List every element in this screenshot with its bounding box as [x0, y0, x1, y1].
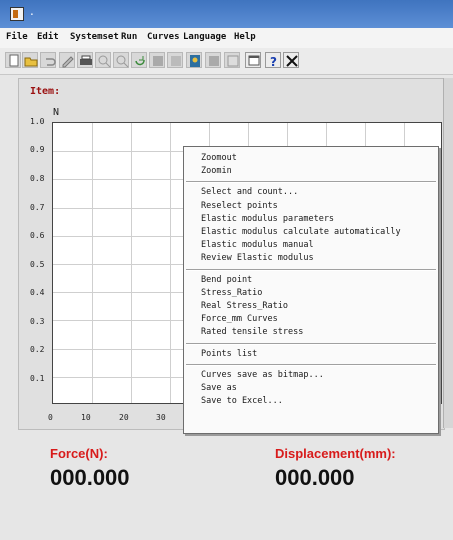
- force-label: Force(N):: [50, 446, 108, 461]
- context-menu-item-zoomin[interactable]: Zoomin: [201, 166, 232, 176]
- zoom-in-icon[interactable]: [95, 52, 111, 68]
- zoom-out-icon[interactable]: [113, 52, 129, 68]
- grid-line-vertical: [92, 123, 93, 403]
- context-menu-item-force-mm-curves[interactable]: Force_mm Curves: [201, 314, 278, 324]
- undo-icon[interactable]: [40, 52, 56, 68]
- context-menu-item-elastic-modulus-manual[interactable]: Elastic modulus manual: [201, 240, 314, 250]
- menu-bar: File Edit Systemset Run Curves Language Help: [0, 28, 453, 48]
- chart-icon[interactable]: [205, 52, 221, 68]
- edit-icon[interactable]: [59, 52, 75, 68]
- menu-separator: [186, 181, 436, 184]
- y-unit-label: N: [53, 107, 60, 118]
- menu-separator: [186, 268, 436, 271]
- x-tick-label: 20: [119, 413, 129, 422]
- force-value: 000.000: [50, 465, 130, 490]
- menu-separator: [186, 342, 436, 345]
- stop-icon[interactable]: [149, 52, 165, 68]
- y-tick-label: 0.9: [30, 145, 45, 154]
- displacement-value: 000.000: [275, 465, 355, 490]
- context-menu-item-select-and-count[interactable]: Select and count...: [201, 187, 298, 197]
- menu-file[interactable]: File: [6, 32, 28, 42]
- item-label: Item:: [30, 86, 61, 97]
- y-tick-label: 0.6: [30, 231, 45, 240]
- context-menu: Zoomout Zoomin Select and count... Reselect…: [183, 146, 439, 434]
- displacement-label: Displacement(mm):: [275, 446, 396, 461]
- menu-edit[interactable]: Edit: [37, 32, 59, 42]
- context-menu-item-save-to-excel[interactable]: Save to Excel...: [201, 396, 283, 406]
- y-tick-label: 0.7: [30, 203, 45, 212]
- menu-systemset[interactable]: Systemset: [70, 32, 119, 42]
- grid-line-vertical: [170, 123, 171, 403]
- window-icon[interactable]: [245, 52, 261, 68]
- y-tick-label: 0.8: [30, 174, 45, 183]
- app-icon[interactable]: [10, 7, 24, 21]
- close-icon[interactable]: [283, 52, 299, 68]
- title-bar: .: [0, 0, 453, 28]
- context-menu-item-review-elastic-modulus[interactable]: Review Elastic modulus: [201, 253, 314, 263]
- context-menu-item-real-stress-ratio[interactable]: Real Stress_Ratio: [201, 301, 288, 311]
- y-tick-label: 1.0: [30, 117, 45, 126]
- x-tick-label: 0: [48, 413, 53, 422]
- context-menu-item-save-as[interactable]: Save as: [201, 383, 237, 393]
- y-tick-label: 0.4: [30, 288, 45, 297]
- open-folder-icon[interactable]: [22, 52, 38, 68]
- grid-line-vertical: [131, 123, 132, 403]
- menu-help[interactable]: Help: [234, 32, 256, 42]
- user-icon[interactable]: [186, 52, 202, 68]
- window-title: .: [30, 4, 34, 18]
- context-menu-item-bend-point[interactable]: Bend point: [201, 275, 252, 285]
- context-menu-item-elastic-modulus-calculate-automatically[interactable]: Elastic modulus calculate automatically: [201, 227, 401, 237]
- context-menu-item-reselect-points[interactable]: Reselect points: [201, 201, 278, 211]
- context-menu-item-rated-tensile-stress[interactable]: Rated tensile stress: [201, 327, 303, 337]
- context-menu-item-curves-save-as-bitmap[interactable]: Curves save as bitmap...: [201, 370, 324, 380]
- print-icon[interactable]: [77, 52, 93, 68]
- context-menu-item-zoomout[interactable]: Zoomout: [201, 153, 237, 163]
- refresh-icon[interactable]: [131, 52, 147, 68]
- context-menu-item-stress-ratio[interactable]: Stress_Ratio: [201, 288, 262, 298]
- menu-language[interactable]: Language: [183, 32, 226, 42]
- svg-text:?: ?: [270, 55, 277, 69]
- side-panel-edge: [443, 78, 453, 428]
- new-file-icon[interactable]: [5, 52, 21, 68]
- menu-curves[interactable]: Curves: [147, 32, 180, 42]
- x-tick-label: 30: [156, 413, 166, 422]
- y-tick-label: 0.5: [30, 260, 45, 269]
- toolbar: ?: [0, 48, 453, 75]
- y-tick-label: 0.3: [30, 317, 45, 326]
- grid-icon[interactable]: [167, 52, 183, 68]
- menu-separator: [186, 363, 436, 366]
- y-tick-label: 0.1: [30, 374, 45, 383]
- table-icon[interactable]: [224, 52, 240, 68]
- context-menu-item-elastic-modulus-parameters[interactable]: Elastic modulus parameters: [201, 214, 334, 224]
- context-menu-item-points-list[interactable]: Points list: [201, 349, 257, 359]
- menu-run[interactable]: Run: [121, 32, 137, 42]
- x-tick-label: 10: [81, 413, 91, 422]
- y-tick-label: 0.2: [30, 345, 45, 354]
- help-icon[interactable]: ?: [265, 52, 281, 69]
